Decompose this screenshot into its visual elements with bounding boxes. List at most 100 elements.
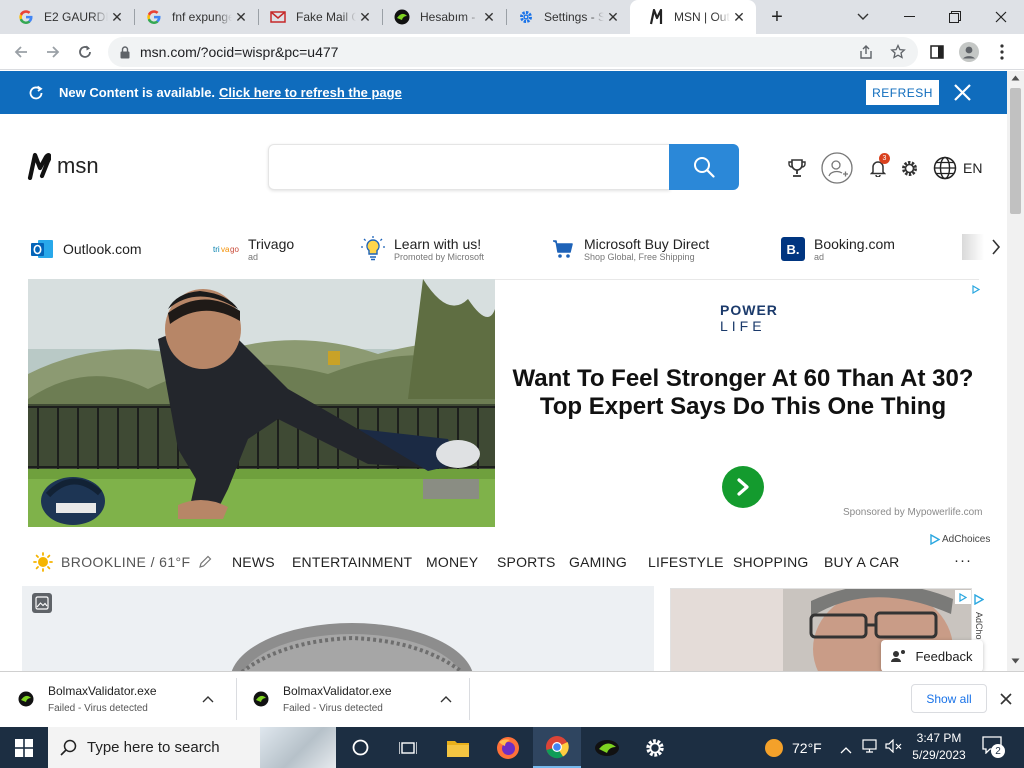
close-tab-icon[interactable]: ✕ bbox=[730, 9, 748, 26]
quicklink-trivago[interactable]: tri va go Trivago ad bbox=[213, 232, 294, 266]
ad-arrow-button[interactable] bbox=[722, 466, 764, 508]
tray-chevron-up-icon[interactable] bbox=[840, 741, 852, 759]
nav-more-button[interactable]: ··· bbox=[954, 552, 972, 569]
settings-gear-icon[interactable] bbox=[898, 152, 920, 184]
task-view-icon[interactable] bbox=[384, 727, 432, 768]
nav-entertainment[interactable]: ENTERTAINMENT bbox=[292, 554, 412, 570]
new-tab-button[interactable]: + bbox=[764, 0, 790, 34]
share-icon[interactable] bbox=[858, 44, 874, 60]
feedback-button[interactable]: Feedback bbox=[881, 640, 983, 672]
back-button[interactable] bbox=[8, 39, 34, 65]
bolmax-file-icon bbox=[18, 691, 34, 707]
trivago-logo-icon: tri va go bbox=[213, 237, 239, 261]
download-item[interactable]: BolmaxValidator.exe Failed - Virus detec… bbox=[18, 671, 157, 727]
location-label: BROOKLINE / 61°F bbox=[61, 554, 191, 570]
quicklink-label: Learn with us! bbox=[394, 235, 482, 252]
quicklink-learn-with-us[interactable]: Learn with us! Promoted by Microsoft bbox=[361, 232, 484, 266]
file-explorer-icon[interactable] bbox=[434, 727, 482, 768]
brand-top: POWER bbox=[720, 302, 778, 318]
quicklinks-next-chevron-icon[interactable] bbox=[986, 236, 1006, 258]
search-button[interactable] bbox=[669, 144, 739, 190]
ad-sponsor[interactable]: Sponsored by Mypowerlife.com bbox=[843, 507, 983, 518]
lock-icon[interactable] bbox=[120, 45, 130, 59]
restore-button[interactable] bbox=[932, 0, 978, 34]
system-clock[interactable]: 3:47 PM 5/29/2023 bbox=[906, 730, 972, 764]
sun-icon bbox=[33, 552, 53, 572]
quicklink-sublabel: Promoted by Microsoft bbox=[394, 251, 485, 262]
tab-title: fnf expunged bbox=[172, 10, 232, 24]
adchoices-corner-icon[interactable] bbox=[972, 281, 981, 299]
settings-taskbar-icon[interactable] bbox=[631, 727, 679, 768]
tab-msn-outlook[interactable]: MSN | Outl ✕ bbox=[630, 0, 756, 34]
minimize-button[interactable] bbox=[886, 0, 932, 34]
side-panel-icon[interactable] bbox=[924, 39, 950, 65]
chrome-taskbar-icon[interactable] bbox=[533, 727, 581, 768]
download-item[interactable]: BolmaxValidator.exe Failed - Virus detec… bbox=[253, 671, 392, 727]
news-card-main[interactable] bbox=[22, 586, 654, 676]
nav-lifestyle[interactable]: LIFESTYLE bbox=[648, 554, 724, 570]
profile-avatar-icon[interactable] bbox=[956, 39, 982, 65]
chrome-menu-icon[interactable] bbox=[989, 39, 1015, 65]
nav-shopping[interactable]: SHOPPING bbox=[733, 554, 809, 570]
refresh-page-link[interactable]: Click here to refresh the page bbox=[219, 85, 402, 100]
close-tab-icon[interactable]: ✕ bbox=[604, 9, 622, 26]
tab-settings[interactable]: Settings - S ✕ bbox=[500, 0, 630, 34]
adchoices-link[interactable]: AdChoices bbox=[930, 534, 990, 545]
close-tab-icon[interactable]: ✕ bbox=[108, 9, 126, 26]
windows-start-icon[interactable] bbox=[0, 727, 48, 768]
side-adchoices[interactable]: AdCho bbox=[974, 592, 988, 640]
close-tab-icon[interactable]: ✕ bbox=[480, 9, 498, 26]
quicklink-booking[interactable]: B. Booking.com ad bbox=[781, 232, 895, 266]
msn-logo[interactable]: msn bbox=[27, 152, 99, 180]
scrollbar-thumb[interactable] bbox=[1010, 88, 1021, 214]
taskbar-search-box[interactable]: Type here to search bbox=[48, 727, 336, 768]
reload-button[interactable] bbox=[72, 39, 98, 65]
address-bar[interactable]: msn.com/?ocid=wispr&pc=u477 bbox=[108, 37, 918, 67]
globe-icon bbox=[933, 156, 957, 180]
bolmax-taskbar-icon[interactable] bbox=[583, 727, 631, 768]
nav-sports[interactable]: SPORTS bbox=[497, 554, 556, 570]
tab-fnf-expunged[interactable]: fnf expunged ✕ bbox=[128, 0, 258, 34]
tab-search-chevron-icon[interactable] bbox=[850, 0, 876, 34]
quicklink-microsoft-buy-direct[interactable]: Microsoft Buy Direct Shop Global, Free S… bbox=[551, 232, 709, 266]
tab-e2-gaurdian[interactable]: E2 GAURDIAN ✕ bbox=[0, 0, 134, 34]
tab-fake-mail[interactable]: Fake Mail G ✕ bbox=[252, 0, 382, 34]
nav-buy-a-car[interactable]: BUY A CAR bbox=[824, 554, 899, 570]
download-options-chevron-icon[interactable] bbox=[202, 690, 214, 708]
volume-muted-icon[interactable] bbox=[885, 738, 903, 758]
refresh-button[interactable]: REFRESH bbox=[866, 80, 939, 105]
adchoices-corner-icon[interactable] bbox=[955, 590, 971, 604]
download-options-chevron-icon[interactable] bbox=[440, 690, 452, 708]
trophy-icon[interactable] bbox=[786, 152, 808, 184]
powerlife-logo[interactable]: POWER LIFE bbox=[720, 302, 778, 334]
close-shelf-icon[interactable] bbox=[1000, 692, 1012, 710]
search-input[interactable] bbox=[268, 144, 670, 190]
tab-title: E2 GAURDIAN bbox=[44, 10, 108, 24]
network-icon[interactable] bbox=[860, 739, 878, 758]
nav-news[interactable]: NEWS bbox=[232, 554, 275, 570]
profile-sign-in-icon[interactable] bbox=[821, 152, 853, 184]
tab-hesabim[interactable]: Hesabım - ✕ bbox=[376, 0, 506, 34]
tray-weather[interactable]: 72°F bbox=[764, 727, 822, 768]
cortana-icon[interactable] bbox=[336, 727, 384, 768]
forward-button[interactable] bbox=[40, 39, 66, 65]
close-icon[interactable] bbox=[953, 83, 972, 102]
bookmark-star-icon[interactable] bbox=[890, 44, 906, 60]
action-center-icon[interactable]: 2 bbox=[982, 736, 1008, 760]
quicklink-fade bbox=[962, 234, 984, 260]
ad-headline[interactable]: Want To Feel Stronger At 60 Than At 30? … bbox=[512, 365, 974, 421]
ad-image[interactable] bbox=[28, 279, 495, 527]
close-tab-icon[interactable]: ✕ bbox=[232, 9, 250, 26]
nav-money[interactable]: MONEY bbox=[426, 554, 478, 570]
image-gallery-icon[interactable] bbox=[32, 593, 52, 613]
show-all-button[interactable]: Show all bbox=[911, 684, 987, 713]
quicklink-outlook[interactable]: Outlook.com bbox=[30, 232, 142, 266]
location-weather[interactable]: BROOKLINE / 61°F bbox=[33, 552, 212, 572]
edit-pencil-icon[interactable] bbox=[198, 555, 212, 569]
language-selector[interactable]: EN bbox=[933, 152, 985, 184]
close-tab-icon[interactable]: ✕ bbox=[356, 9, 374, 26]
nav-gaming[interactable]: GAMING bbox=[569, 554, 627, 570]
firefox-icon[interactable] bbox=[484, 727, 532, 768]
notifications-bell-icon[interactable]: 3 bbox=[866, 152, 890, 184]
window-close-button[interactable] bbox=[978, 0, 1024, 34]
